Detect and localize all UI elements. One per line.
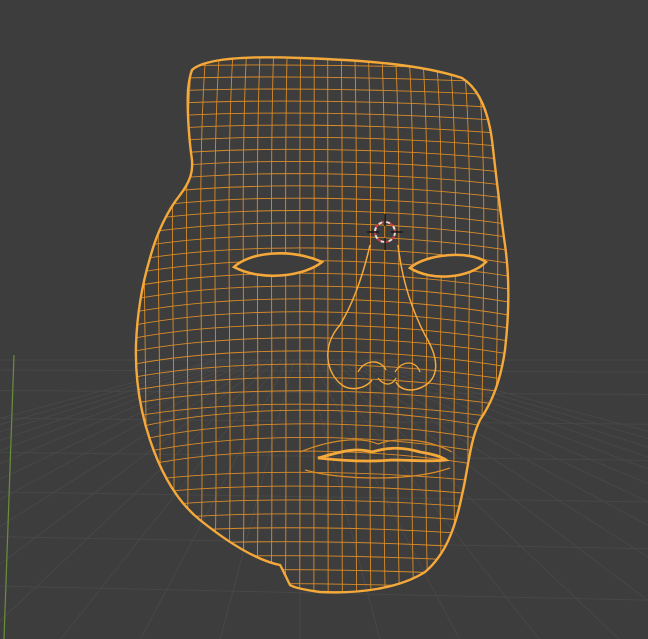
left-eye-hole <box>231 252 325 278</box>
mesh-edge <box>462 57 472 593</box>
mesh-edge <box>170 57 180 593</box>
mesh-edge <box>270 57 275 593</box>
grid-line <box>0 359 235 442</box>
mesh-edge <box>284 57 288 593</box>
mesh-edge <box>394 57 401 593</box>
mesh-edge <box>135 471 509 487</box>
mesh-edge <box>227 57 234 593</box>
mesh-edge <box>135 222 509 240</box>
mesh-edge <box>381 57 386 593</box>
grid-line <box>0 359 265 528</box>
grid-line <box>0 417 648 425</box>
mesh-edges-horizontal <box>120 64 520 603</box>
floor-grid <box>0 359 648 639</box>
mesh-edge <box>213 57 221 593</box>
mesh-edge <box>408 57 415 593</box>
grid-line <box>0 359 241 452</box>
mesh-edge <box>135 285 509 305</box>
mesh-edge <box>340 57 343 593</box>
mesh-edge <box>135 513 509 526</box>
mesh-edge <box>135 161 509 175</box>
mesh-edge <box>135 569 509 578</box>
mesh-edge <box>135 337 509 357</box>
mesh-edge <box>475 57 487 593</box>
mesh-edge <box>135 88 509 97</box>
mesh-edge <box>367 57 372 593</box>
grid-line <box>0 359 217 419</box>
grid-line <box>0 359 229 433</box>
mesh-edge <box>135 136 509 149</box>
mesh-edge <box>135 583 509 591</box>
3d-viewport[interactable] <box>0 0 648 639</box>
grid-line <box>0 536 648 550</box>
mesh-edge <box>256 57 261 593</box>
viewport-canvas[interactable] <box>0 0 648 639</box>
mesh-edge <box>135 298 509 318</box>
grid-line <box>0 369 648 373</box>
face-mesh[interactable] <box>120 50 520 610</box>
mesh-edge <box>135 210 509 227</box>
grid-line <box>0 359 247 464</box>
mesh-edge <box>354 57 358 593</box>
mesh-edge <box>435 57 444 593</box>
mesh-edge <box>299 57 302 593</box>
mesh-edge <box>135 173 509 188</box>
mesh-edge <box>135 555 509 565</box>
mesh-edge <box>135 363 509 383</box>
mesh-edge <box>135 234 509 253</box>
grid-line <box>0 359 277 622</box>
mesh-edge <box>135 148 509 162</box>
mesh-edges-vertical <box>135 57 509 593</box>
mesh-edge <box>135 527 509 539</box>
mesh-edge <box>135 423 509 448</box>
mesh-edge <box>120 598 520 603</box>
mesh-edge <box>241 57 248 593</box>
right-eye-hole <box>407 253 488 278</box>
grid-line <box>60 359 283 639</box>
mesh-edge <box>135 311 509 331</box>
mesh-edge <box>135 124 509 136</box>
mesh-edge <box>135 64 509 71</box>
mesh-edge <box>135 112 509 123</box>
lips-edges <box>317 446 450 463</box>
mesh-edge <box>135 324 509 344</box>
mesh-edge <box>135 100 509 110</box>
mesh-edge <box>502 57 509 593</box>
mesh-edge <box>155 57 167 593</box>
